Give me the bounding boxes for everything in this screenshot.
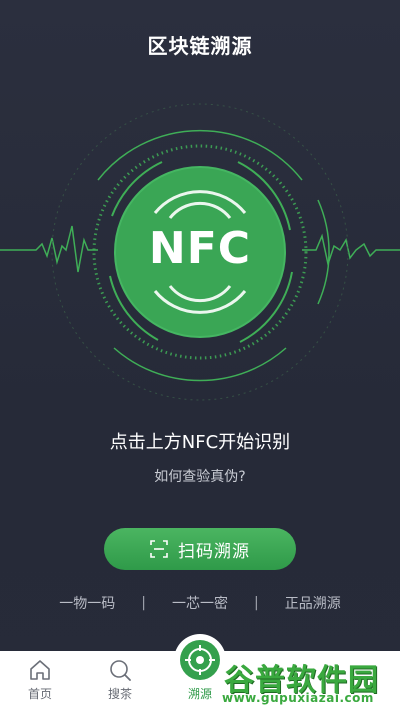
home-icon xyxy=(30,660,50,680)
nfc-instruction: 点击上方NFC开始识别 xyxy=(109,432,291,453)
nfc-screen: 区块链溯源 NFC 点击上方NFC开始识别 如何查验真伪? 扫码溯源 一物一码 … xyxy=(0,0,400,711)
feature-list: 一物一码 | 一芯一密 | 正品溯源 xyxy=(0,593,400,613)
outer-arc-bottom xyxy=(113,347,287,382)
verify-help-link[interactable]: 如何查验真伪? xyxy=(0,466,400,486)
pulse-line-right xyxy=(302,233,400,267)
feature-one-chip-one-key: 一芯一密 xyxy=(172,596,228,612)
tab-search-tea-label: 搜茶 xyxy=(107,687,132,701)
tab-home[interactable]: 首页 xyxy=(0,651,80,711)
feature-separator: | xyxy=(254,595,259,611)
tab-trace-button[interactable] xyxy=(180,640,220,680)
feature-one-item-one-code: 一物一码 xyxy=(59,596,116,612)
outer-arc-right xyxy=(317,199,330,305)
scan-button-label: 扫码溯源 xyxy=(178,541,250,562)
search-icon xyxy=(110,660,131,681)
nfc-button[interactable]: NFC xyxy=(115,167,285,337)
nfc-label: NFC xyxy=(148,223,252,274)
tab-home-label: 首页 xyxy=(27,687,52,701)
watermark-logo: 谷普软件园 www.gupuxiazai.com xyxy=(218,651,400,711)
target-icon xyxy=(185,645,215,675)
watermark-url: www.gupuxiazai.com xyxy=(222,691,374,705)
scan-trace-button[interactable]: 扫码溯源 xyxy=(104,528,296,570)
feature-separator: | xyxy=(141,595,146,611)
tab-search-tea[interactable]: 搜茶 xyxy=(80,651,160,711)
feature-genuine-trace: 正品溯源 xyxy=(284,596,341,612)
pulse-line-left xyxy=(0,225,98,273)
scan-icon xyxy=(150,540,168,558)
